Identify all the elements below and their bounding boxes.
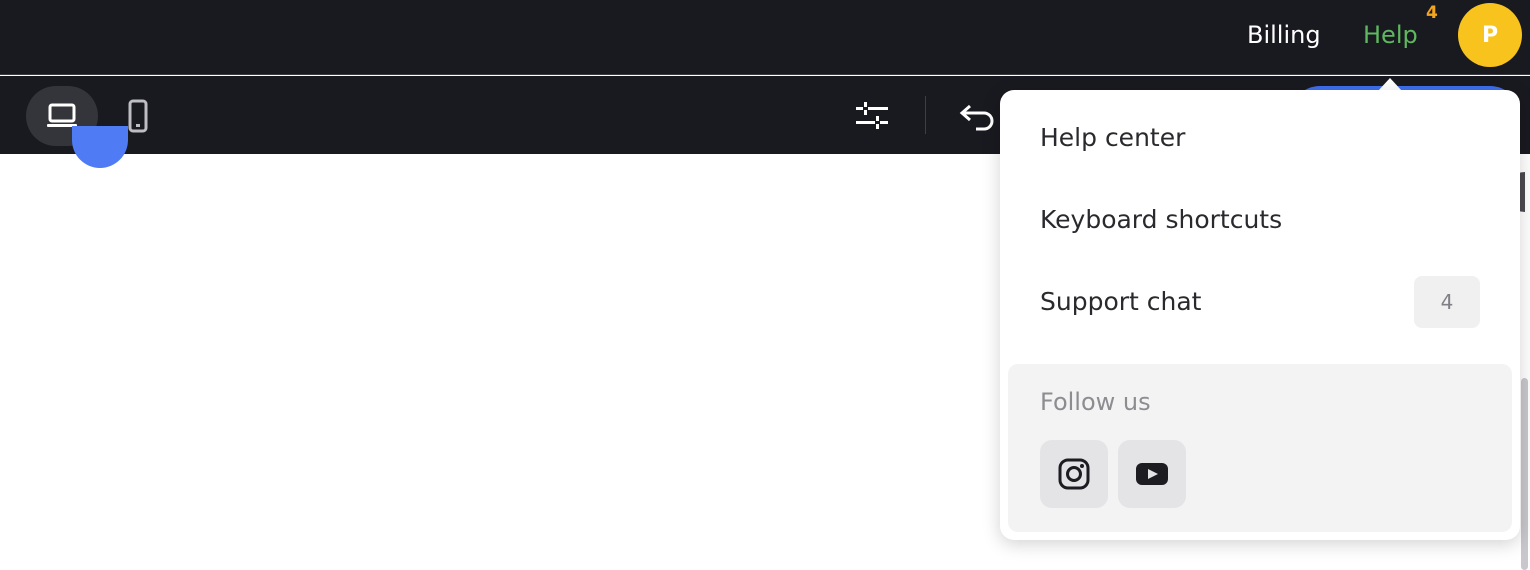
instagram-icon [1058, 458, 1090, 490]
help-notification-badge: 4 [1426, 3, 1438, 23]
billing-link[interactable]: Billing [1247, 18, 1321, 52]
toolbar-divider [925, 96, 926, 134]
menu-item-help-center[interactable]: Help center [1040, 120, 1185, 156]
follow-us-panel: Follow us [1008, 364, 1512, 532]
follow-us-title: Follow us [1040, 388, 1151, 416]
undo-icon [959, 104, 994, 131]
vertical-scrollbar[interactable] [1521, 378, 1528, 570]
support-chat-count-badge: 4 [1414, 276, 1480, 328]
instagram-button[interactable] [1040, 440, 1108, 508]
menu-item-support-chat[interactable]: Support chat [1040, 284, 1202, 320]
top-navigation-bar: Billing Help 4 P [0, 0, 1530, 75]
canvas-element-handle[interactable] [72, 126, 128, 168]
youtube-button[interactable] [1118, 440, 1186, 508]
phone-icon [128, 99, 148, 133]
menu-item-keyboard-shortcuts[interactable]: Keyboard shortcuts [1040, 202, 1282, 238]
help-dropdown-menu: Help center Keyboard shortcuts Support c… [1000, 90, 1520, 540]
settings-button[interactable] [852, 96, 892, 136]
youtube-icon [1136, 463, 1168, 485]
undo-button[interactable] [958, 96, 998, 136]
sliders-icon [856, 102, 888, 129]
help-link[interactable]: Help [1363, 18, 1418, 52]
user-avatar[interactable]: P [1458, 3, 1522, 67]
